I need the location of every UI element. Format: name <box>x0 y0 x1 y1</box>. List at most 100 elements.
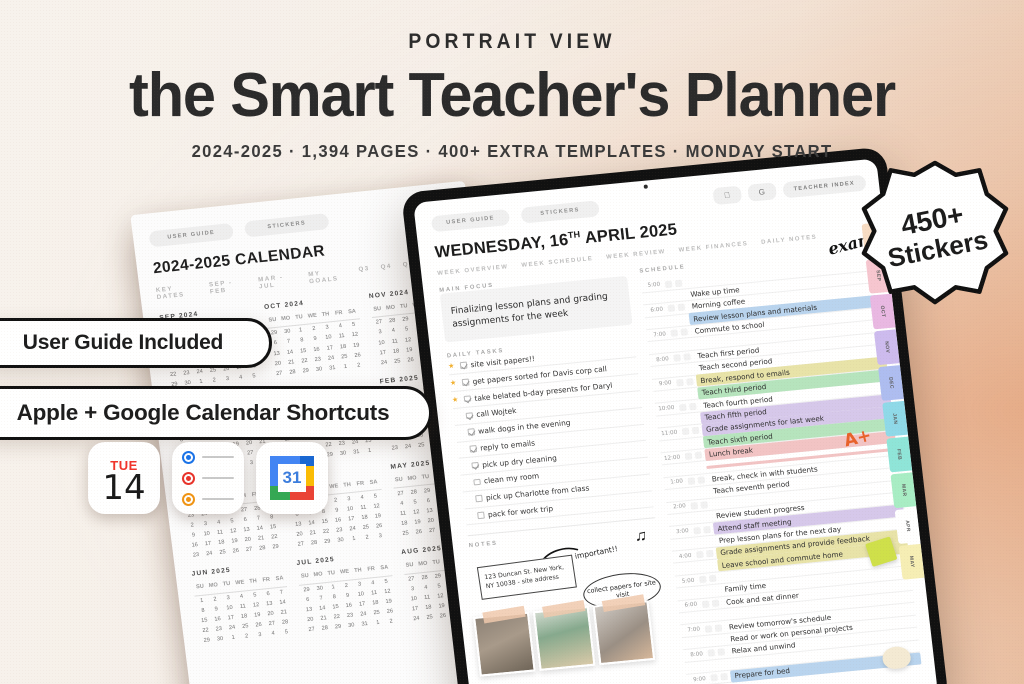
day-cell[interactable]: 30 <box>333 535 348 546</box>
schedule-dots[interactable] <box>673 353 694 362</box>
day-cell[interactable]: 1 <box>371 618 386 629</box>
schedule-dots[interactable] <box>678 402 700 411</box>
schedule-dot[interactable] <box>719 673 728 681</box>
task-checkbox[interactable] <box>477 511 485 519</box>
schedule-dots[interactable] <box>667 295 687 297</box>
schedule-dot[interactable] <box>687 477 696 485</box>
schedule-dots[interactable] <box>675 369 695 371</box>
schedule-dots[interactable] <box>710 673 731 682</box>
schedule-dots[interactable] <box>684 451 706 461</box>
schedule-dot[interactable] <box>673 354 682 362</box>
schedule-dots[interactable] <box>704 615 724 617</box>
schedule-dots[interactable] <box>706 639 726 641</box>
schedule-dot[interactable] <box>699 500 708 509</box>
schedule-dot[interactable] <box>705 550 714 558</box>
schedule-dot[interactable] <box>710 674 719 682</box>
day-cell[interactable]: 2 <box>239 631 254 642</box>
schedule-dot[interactable] <box>691 427 700 435</box>
schedule-dot[interactable] <box>679 328 688 337</box>
star-icon[interactable]: ★ <box>452 395 461 405</box>
schedule-dot[interactable] <box>677 303 685 312</box>
day-cell[interactable]: 27 <box>294 539 309 550</box>
day-cell[interactable]: 27 <box>242 544 257 555</box>
week-tab-2[interactable]: WEEK REVIEW <box>606 249 666 261</box>
schedule-dot[interactable] <box>674 279 682 287</box>
schedule-dot[interactable] <box>716 648 725 657</box>
task-checkbox[interactable] <box>461 378 469 386</box>
day-cell[interactable]: 25 <box>398 528 413 539</box>
schedule-dots[interactable] <box>690 500 711 510</box>
schedule-dot[interactable] <box>681 427 690 436</box>
schedule-dot[interactable] <box>696 551 704 559</box>
week-tab-3[interactable]: WEEK FINANCES <box>678 241 748 254</box>
google-calendar-icon[interactable]: 31 <box>256 442 328 514</box>
schedule-dot[interactable] <box>708 574 717 583</box>
week-tab-4[interactable]: DAILY NOTES <box>761 234 818 245</box>
day-cell[interactable]: 3 <box>253 630 268 641</box>
day-cell[interactable]: 23 <box>388 443 403 454</box>
stickers-pill[interactable]: STICKERS <box>243 213 330 238</box>
day-cell[interactable]: 25 <box>390 356 405 367</box>
day-cell[interactable]: 4 <box>266 628 281 639</box>
schedule-dot[interactable] <box>711 599 719 607</box>
schedule-dots[interactable] <box>669 319 689 321</box>
schedule-dot[interactable] <box>693 526 701 535</box>
schedule-dot[interactable] <box>704 624 713 633</box>
schedule-dot[interactable] <box>685 377 694 386</box>
schedule-dots[interactable] <box>692 516 712 518</box>
schedule-dots[interactable] <box>698 566 718 568</box>
task-checkbox[interactable] <box>475 495 483 503</box>
week-tab-1[interactable]: WEEK SCHEDULE <box>521 256 594 269</box>
user-guide-pill[interactable]: USER GUIDE <box>430 208 511 232</box>
day-cell[interactable]: 5 <box>279 627 294 638</box>
day-cell[interactable]: 2 <box>360 532 375 543</box>
schedule-dot[interactable] <box>670 329 679 338</box>
day-cell[interactable]: 3 <box>373 531 388 542</box>
day-cell[interactable]: 28 <box>307 538 322 549</box>
schedule-dots[interactable] <box>689 492 709 494</box>
schedule-dots[interactable] <box>684 443 704 445</box>
day-cell[interactable]: 25 <box>422 612 437 623</box>
schedule-dots[interactable] <box>698 574 720 584</box>
schedule-dot[interactable] <box>694 451 702 460</box>
day-cell[interactable]: 28 <box>318 623 333 634</box>
day-cell[interactable]: 28 <box>255 543 270 554</box>
schedule-dots[interactable] <box>693 525 714 535</box>
day-cell[interactable]: 30 <box>213 634 228 645</box>
day-cell[interactable]: 1 <box>362 445 377 456</box>
day-cell[interactable]: 24 <box>409 614 424 625</box>
day-cell[interactable]: 26 <box>229 546 244 557</box>
day-cell[interactable]: 29 <box>299 365 314 376</box>
day-cell[interactable]: 28 <box>285 367 300 378</box>
day-cell[interactable]: 30 <box>312 364 327 375</box>
task-checkbox[interactable] <box>473 478 481 486</box>
schedule-dots[interactable] <box>664 279 686 288</box>
apple-calendar-icon[interactable]: TUE 14 <box>88 442 160 514</box>
apple-icon[interactable]:  <box>712 185 742 206</box>
schedule-dot[interactable] <box>684 452 693 461</box>
task-checkbox[interactable] <box>463 395 471 403</box>
schedule-dots[interactable] <box>686 467 706 469</box>
day-cell[interactable]: 1 <box>226 633 241 644</box>
schedule-dots[interactable] <box>704 623 726 633</box>
day-cell[interactable]: 24 <box>377 357 392 368</box>
calendar-tab-3[interactable]: MY GOALS <box>308 267 349 285</box>
schedule-dots[interactable] <box>687 476 709 485</box>
month-tab-mar[interactable]: MAR <box>890 472 917 509</box>
month-tab-jan[interactable]: JAN <box>882 400 909 437</box>
day-cell[interactable]: 27 <box>425 525 440 536</box>
day-cell[interactable]: 2 <box>384 616 399 627</box>
reminders-icon[interactable] <box>172 442 244 514</box>
schedule-dot[interactable] <box>664 280 673 288</box>
schedule-dots[interactable] <box>676 377 697 387</box>
day-cell[interactable]: 23 <box>189 550 204 561</box>
task-checkbox[interactable] <box>459 361 467 369</box>
schedule-dot[interactable] <box>667 304 676 313</box>
day-cell[interactable]: 31 <box>357 619 372 630</box>
day-cell[interactable]: 2 <box>207 375 222 386</box>
day-cell[interactable]: 31 <box>325 363 340 374</box>
schedule-dots[interactable] <box>701 590 721 592</box>
schedule-dot[interactable] <box>688 402 697 411</box>
star-icon[interactable]: ★ <box>450 379 459 388</box>
day-cell[interactable]: 27 <box>272 368 287 379</box>
